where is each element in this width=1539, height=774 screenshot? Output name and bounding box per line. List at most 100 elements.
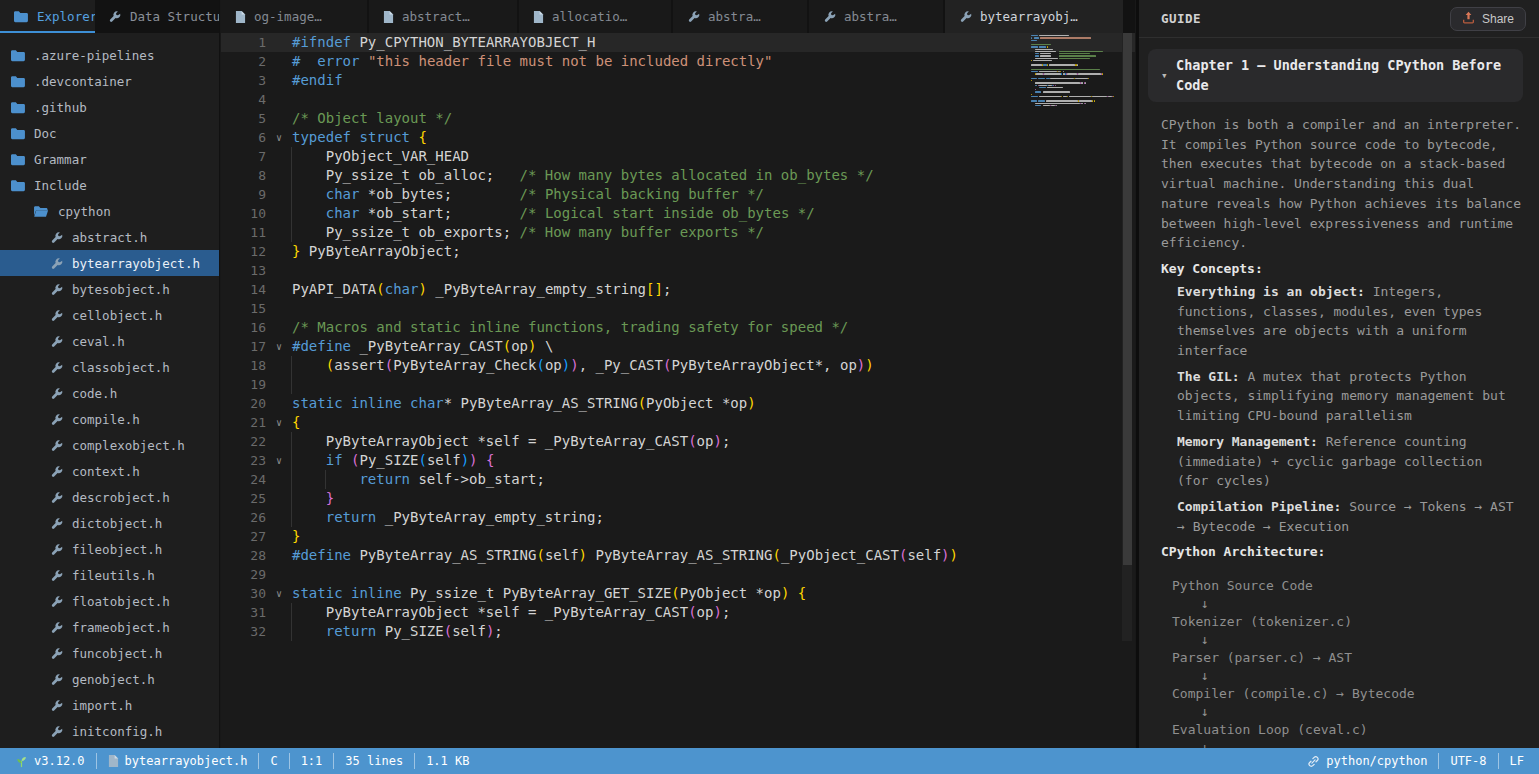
line-number: 7 <box>221 147 266 166</box>
tree-item-funcobject-h[interactable]: funcobject.h <box>0 640 219 666</box>
code-line-27: 27} <box>221 527 1135 546</box>
indent-guide <box>291 147 292 166</box>
code-line-10: 10 char *ob_start; /* Logical start insi… <box>221 204 1135 223</box>
fold-chevron-icon[interactable]: ∨ <box>266 337 292 356</box>
line-number: 8 <box>221 166 266 185</box>
tree-item-fileutils-h[interactable]: fileutils.h <box>0 562 219 588</box>
code-line-18: 18 (assert(PyByteArray_Check(op)), _Py_C… <box>221 356 1135 375</box>
tree-item-initconfig-h[interactable]: initconfig.h <box>0 718 219 744</box>
fold-chevron-icon[interactable]: ∨ <box>266 451 292 470</box>
tree-item-classobject-h[interactable]: classobject.h <box>0 354 219 380</box>
fold-gutter <box>266 565 292 584</box>
code-line-22: 22 PyByteArrayObject *self = _PyByteArra… <box>221 432 1135 451</box>
tree-item-cpython[interactable]: cpython <box>0 198 219 224</box>
guide-header: GUIDE Share <box>1139 0 1539 38</box>
code-text: PyAPI_DATA(char) _PyByteArray_empty_stri… <box>292 280 671 299</box>
status-item-label: C <box>270 754 277 768</box>
tree-item-import-h[interactable]: import.h <box>0 692 219 718</box>
tree-item--devcontainer[interactable]: .devcontainer <box>0 68 219 94</box>
wrench-icon <box>823 10 836 23</box>
status-item-bytearrayobject.h[interactable]: bytearrayobject.h <box>96 753 259 769</box>
status-item-35-lines[interactable]: 35 lines <box>333 753 414 769</box>
code-text: static inline char* PyByteArray_AS_STRIN… <box>292 394 756 413</box>
tree-item-label: .devcontainer <box>34 74 132 89</box>
minimap[interactable] <box>1031 35 1126 125</box>
key-concept-item-0: Everything is an object: Integers, funct… <box>1177 282 1518 361</box>
tree-item--azure-pipelines[interactable]: .azure-pipelines <box>0 42 219 68</box>
scrollbar-thumb[interactable] <box>1123 33 1132 565</box>
editor-scrollbar[interactable] <box>1122 33 1132 641</box>
code-line-1: 1#ifndef Py_CPYTHON_BYTEARRAYOBJECT_H <box>221 33 1135 52</box>
tree-item-frameobject-h[interactable]: frameobject.h <box>0 614 219 640</box>
tree-item-compile-h[interactable]: compile.h <box>0 406 219 432</box>
status-item-1-1[interactable]: 1:1 <box>289 753 334 769</box>
tree-item-label: frameobject.h <box>72 620 170 635</box>
chapter-header[interactable]: ▾ Chapter 1 — Understanding CPython Befo… <box>1148 49 1523 102</box>
tree-item-bytearrayobject-h[interactable]: bytearrayobject.h <box>0 250 219 276</box>
code-text: } PyByteArrayObject; <box>292 242 461 261</box>
line-number: 4 <box>221 90 266 109</box>
editor-tab-2[interactable]: allocatio… <box>519 0 671 33</box>
tree-item-fileobject-h[interactable]: fileobject.h <box>0 536 219 562</box>
status-item-1.1-kb[interactable]: 1.1 KB <box>414 753 480 769</box>
sidebar-tab-data-structur[interactable]: Data Structur <box>95 0 219 33</box>
tree-item-context-h[interactable]: context.h <box>0 458 219 484</box>
line-number: 13 <box>221 261 266 280</box>
link-icon <box>1307 755 1320 768</box>
editor-tab-5[interactable]: bytearrayobj… <box>945 0 1123 33</box>
tree-item-abstract-h[interactable]: abstract.h <box>0 224 219 250</box>
status-bar: v3.12.0bytearrayobject.h C 1:135 lines1.1 … <box>0 748 1539 774</box>
tree-item-complexobject-h[interactable]: complexobject.h <box>0 432 219 458</box>
tree-item-Include[interactable]: Include <box>0 172 219 198</box>
tree-item-label: classobject.h <box>72 360 170 375</box>
fold-chevron-icon[interactable]: ∨ <box>266 128 292 147</box>
status-item-lf[interactable]: LF <box>1498 753 1535 769</box>
code-text: /* Object layout */ <box>292 109 452 128</box>
tree-item-Grammar[interactable]: Grammar <box>0 146 219 172</box>
tree-item-label: .github <box>34 100 87 115</box>
code-area[interactable]: 1#ifndef Py_CPYTHON_BYTEARRAYOBJECT_H2# … <box>221 33 1135 641</box>
status-item-utf-8[interactable]: UTF-8 <box>1438 753 1497 769</box>
folder-icon <box>10 127 25 140</box>
fold-gutter <box>266 508 292 527</box>
line-number: 31 <box>221 603 266 622</box>
tree-item-bytesobject-h[interactable]: bytesobject.h <box>0 276 219 302</box>
down-arrow: ↓ <box>1172 739 1523 748</box>
tree-item-ceval-h[interactable]: ceval.h <box>0 328 219 354</box>
tree-item-label: fileobject.h <box>72 542 162 557</box>
fold-chevron-icon[interactable]: ∨ <box>266 413 292 432</box>
tree-item-label: compile.h <box>72 412 140 427</box>
tree-item-label: Doc <box>34 126 57 141</box>
tree-item-cellobject-h[interactable]: cellobject.h <box>0 302 219 328</box>
editor-tab-3[interactable]: abstra… <box>673 0 807 33</box>
code-text: PyObject_VAR_HEAD <box>292 147 469 166</box>
status-item-v3.12.0[interactable]: v3.12.0 <box>4 753 96 769</box>
tree-item-code-h[interactable]: code.h <box>0 380 219 406</box>
sidebar-tab-explorer[interactable]: Explorer <box>0 0 95 33</box>
tree-item--github[interactable]: .github <box>0 94 219 120</box>
editor-tab-4[interactable]: abstra… <box>809 0 943 33</box>
wrench-icon <box>50 439 63 452</box>
editor-tab-1[interactable]: abstract… <box>369 0 517 33</box>
tree-item-descrobject-h[interactable]: descrobject.h <box>0 484 219 510</box>
chapter-toggle-icon[interactable]: ▾ <box>1148 56 1176 95</box>
fold-chevron-icon[interactable]: ∨ <box>266 584 292 603</box>
code-text: #define _PyByteArray_CAST(op) \ <box>292 337 553 356</box>
line-number: 12 <box>221 242 266 261</box>
status-item-c[interactable]: C <box>258 753 288 769</box>
code-text: typedef struct { <box>292 128 427 147</box>
share-button[interactable]: Share <box>1450 7 1526 31</box>
code-line-31: 31 PyByteArrayObject *self = _PyByteArra… <box>221 603 1135 622</box>
status-item-python-cpython[interactable]: python/cpython <box>1296 753 1438 769</box>
wrench-icon <box>50 283 63 296</box>
line-number: 27 <box>221 527 266 546</box>
tree-item-dictobject-h[interactable]: dictobject.h <box>0 510 219 536</box>
tree-item-genobject-h[interactable]: genobject.h <box>0 666 219 692</box>
line-number: 30 <box>221 584 266 603</box>
tree-item-Doc[interactable]: Doc <box>0 120 219 146</box>
tree-item-floatobject-h[interactable]: floatobject.h <box>0 588 219 614</box>
line-number: 20 <box>221 394 266 413</box>
indent-guide <box>291 185 292 204</box>
tree-item-label: context.h <box>72 464 140 479</box>
editor-tab-0[interactable]: og-image… <box>221 0 367 33</box>
